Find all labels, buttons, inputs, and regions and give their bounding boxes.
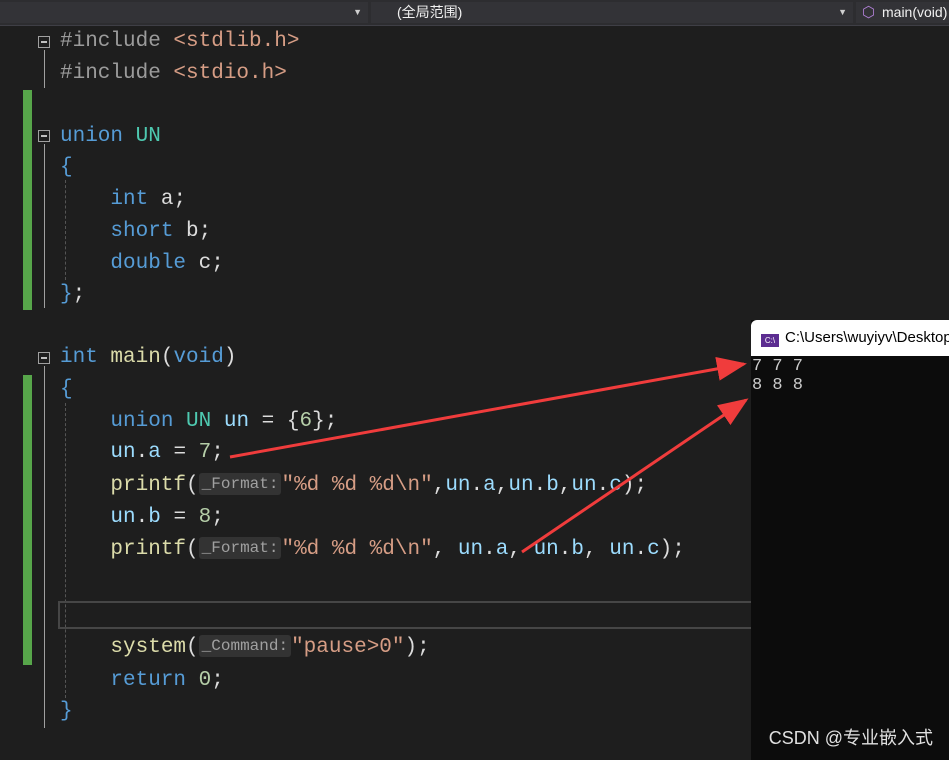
console-title-bar[interactable]: C:\ C:\Users\wuyiyv\Desktop [751, 320, 949, 356]
console-title: C:\Users\wuyiyv\Desktop [785, 329, 949, 346]
console-output: 7 7 78 8 8 [751, 356, 949, 395]
arrow-line [229, 356, 747, 459]
watermark: CSDN @专业嵌入式 [768, 728, 933, 748]
console-icon: C:\ [761, 334, 779, 347]
output-line: 8 8 8 [752, 376, 804, 395]
output-line: 7 7 7 [752, 357, 804, 376]
arrow-line [521, 398, 749, 554]
console-window[interactable]: C:\ C:\Users\wuyiyv\Desktop 7 7 78 8 8 CS… [751, 320, 949, 760]
